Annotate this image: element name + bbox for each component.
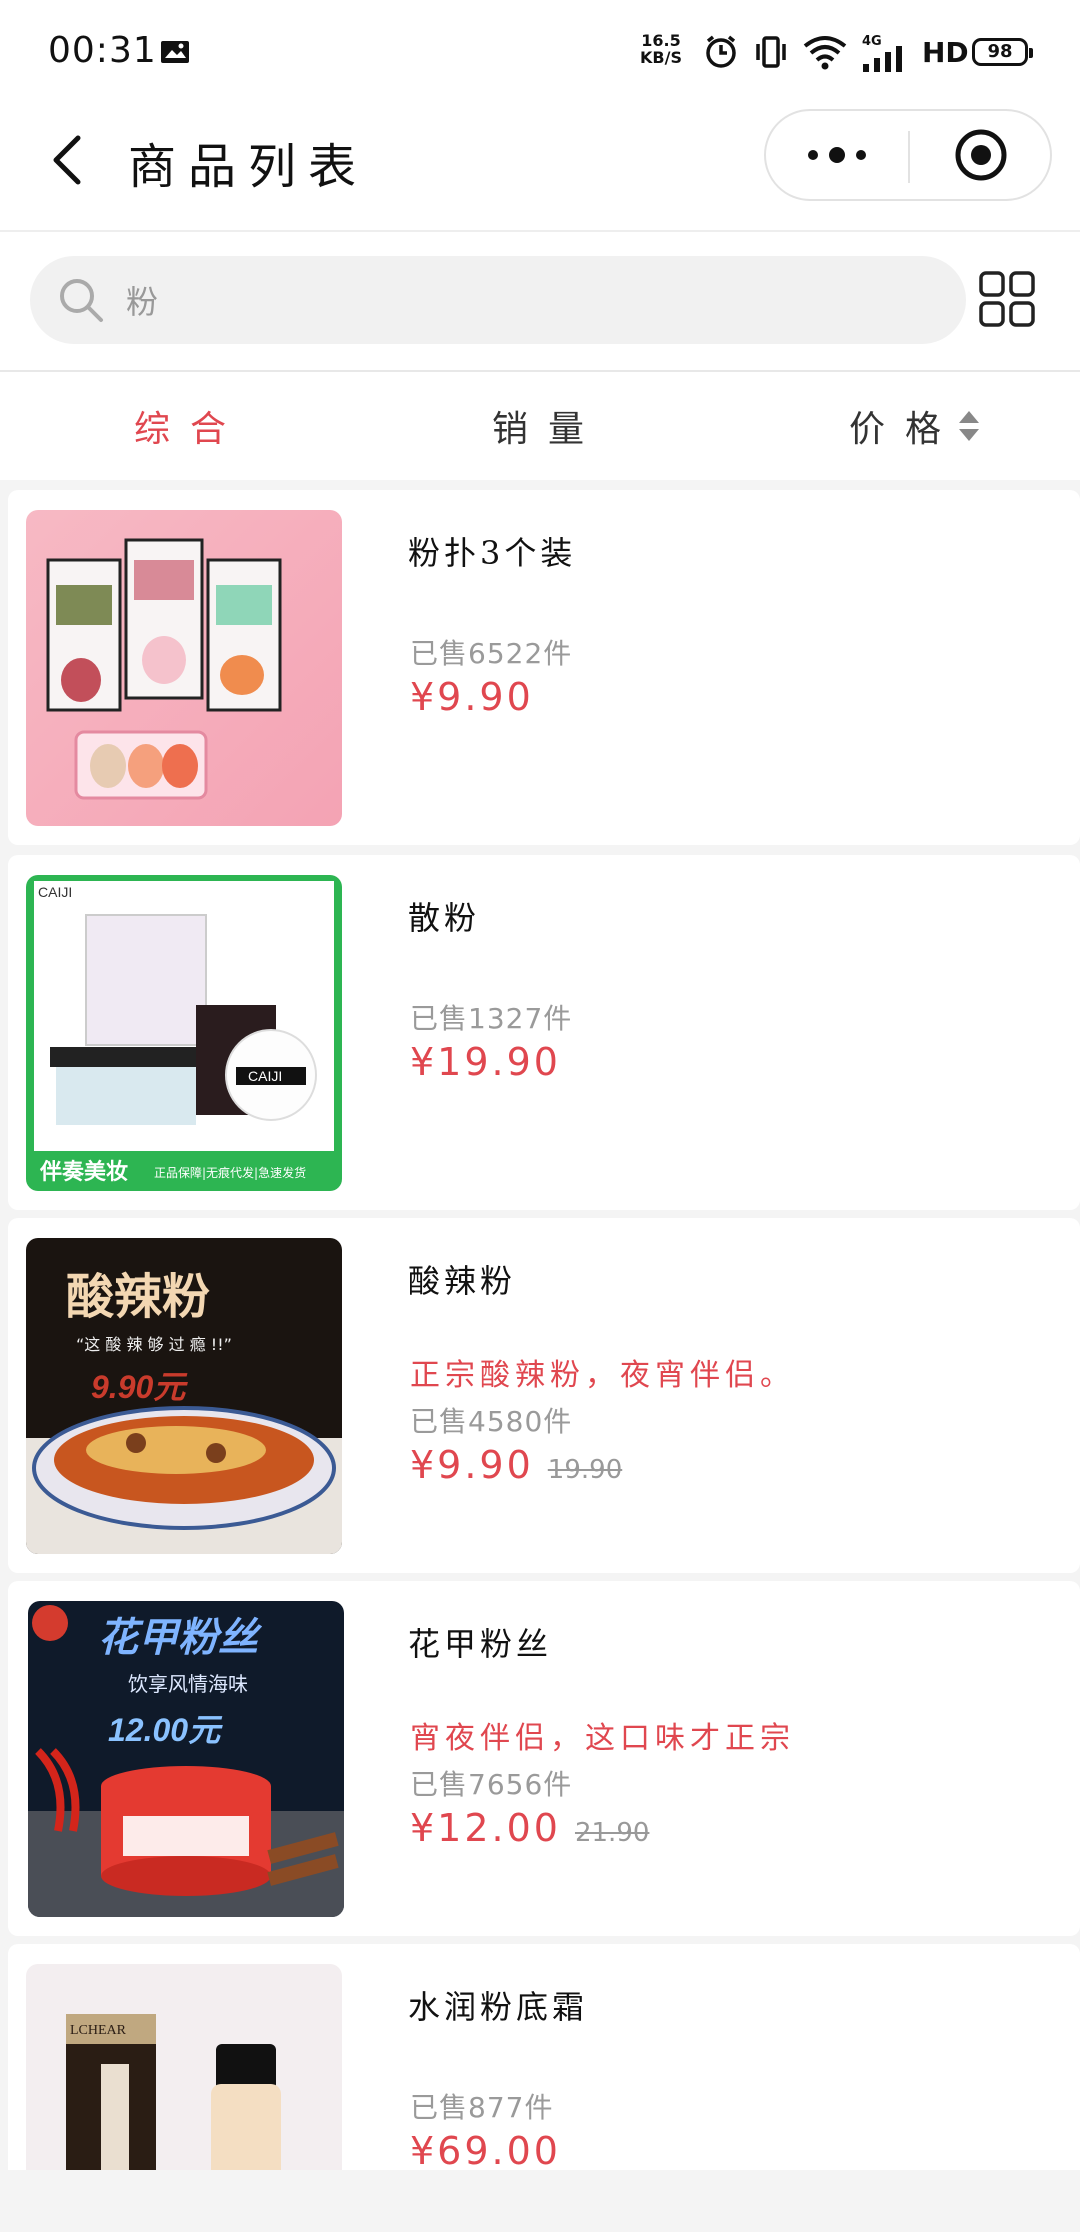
search-input[interactable]: 粉: [30, 256, 966, 344]
status-time: 00:31: [48, 30, 157, 71]
product-price-row: ¥9.90: [410, 675, 534, 719]
product-price: ¥9.90: [410, 1443, 534, 1487]
product-image: CAIJI CAIJI 伴奏美妆 正品保障|无痕代发|急速发货: [26, 875, 342, 1191]
mini-program-capsule: [764, 109, 1052, 201]
sort-tab-label: 综合: [133, 409, 246, 450]
product-name: 酸辣粉: [408, 1262, 517, 1300]
product-card[interactable]: LCHEAR 水润粉底霜 已售877件 ¥69.00: [8, 1944, 1080, 2170]
image-banner-text: 伴奏美妆: [39, 1159, 128, 1185]
image-tags-text: 正品保障|无痕代发|急速发货: [154, 1165, 306, 1180]
product-card[interactable]: CAIJI CAIJI 伴奏美妆 正品保障|无痕代发|急速发货 散粉 已售132…: [8, 855, 1080, 1210]
image-brand-text: CAIJI: [248, 1068, 282, 1084]
bottom-safe-area: [0, 2170, 1080, 2232]
vibrate-icon: [756, 36, 786, 68]
sort-tab-sales[interactable]: 销量: [478, 372, 618, 480]
wifi-icon: [803, 36, 847, 70]
product-image: [26, 510, 342, 826]
sort-arrows-icon: [959, 411, 979, 441]
image-title-text: 酸辣粉: [66, 1269, 210, 1325]
product-description: 宵夜伴侣，这口味才正宗: [410, 1721, 795, 1756]
product-description: 正宗酸辣粉，夜宵伴侣。: [410, 1358, 795, 1393]
image-brand-text: CAIJI: [38, 884, 72, 900]
more-button[interactable]: [766, 111, 908, 199]
nav-bar: 商品列表: [0, 105, 1080, 232]
chevron-left-icon: [53, 135, 81, 185]
product-sold-count: 已售877件: [410, 2091, 554, 2124]
sort-tab-label: 销量: [491, 409, 604, 450]
product-card[interactable]: 粉扑3个装 已售6522件 ¥9.90: [8, 490, 1080, 845]
image-brand-text: LCHEAR: [70, 2023, 127, 2038]
sort-tab-label: 价格: [848, 409, 961, 450]
back-button[interactable]: [40, 130, 100, 190]
alarm-icon: [706, 35, 736, 68]
product-sold-count: 已售6522件: [410, 637, 573, 670]
sort-tab-comprehensive[interactable]: 综合: [120, 372, 260, 480]
product-sold-count: 已售4580件: [410, 1405, 573, 1438]
product-price-row: ¥12.00 21.90: [410, 1806, 649, 1850]
product-original-price: 21.90: [574, 1818, 650, 1848]
sort-bar: 综合 销量 价格: [0, 372, 1080, 480]
product-name: 水润粉底霜: [408, 1988, 589, 2026]
product-name: 散粉: [408, 899, 481, 937]
product-image: LCHEAR: [26, 1964, 342, 2170]
net-speed: 16.5 KB/S: [640, 32, 682, 66]
hd-label: HD: [922, 36, 969, 69]
notification-icon: [161, 41, 189, 63]
target-icon: [955, 129, 1007, 181]
product-image: 酸辣粉 “这 酸 辣 够 过 瘾 !!” 9.90元: [26, 1238, 342, 1554]
net-speed-value: 16.5: [641, 31, 681, 50]
product-original-price: 19.90: [547, 1455, 623, 1485]
product-price-row: ¥69.00: [410, 2129, 561, 2170]
capsule-divider: [908, 131, 910, 183]
product-price: ¥19.90: [410, 1040, 561, 1084]
page-title: 商品列表: [128, 139, 369, 195]
image-price-text: 9.90元: [91, 1369, 188, 1405]
status-bar: 00:31 16.5 KB/S 4G HD 98: [0, 0, 1080, 105]
product-price: ¥69.00: [410, 2129, 561, 2170]
net-speed-unit: KB/S: [640, 48, 682, 67]
product-name: 粉扑3个装: [408, 534, 577, 572]
product-card[interactable]: 酸辣粉 “这 酸 辣 够 过 瘾 !!” 9.90元 酸辣粉 正宗酸辣粉，夜宵伴…: [8, 1218, 1080, 1573]
product-image: 花甲粉丝 饮享风情海味 12.00元: [28, 1601, 344, 1917]
image-slogan-text: 饮享风情海味: [128, 1672, 248, 1696]
product-sold-count: 已售7656件: [410, 1768, 573, 1801]
product-list: 粉扑3个装 已售6522件 ¥9.90 CAIJI CAIJI 伴奏美妆 正品保…: [0, 490, 1080, 2170]
product-price-row: ¥19.90: [410, 1040, 561, 1084]
product-price: ¥12.00: [410, 1806, 561, 1850]
battery-indicator: 98: [972, 38, 1033, 66]
product-card[interactable]: 花甲粉丝 饮享风情海味 12.00元 花甲粉丝 宵夜伴侣，这口味才正宗 已售76…: [8, 1581, 1080, 1936]
more-dots-icon: [808, 147, 866, 163]
close-miniprogram-button[interactable]: [912, 111, 1050, 199]
search-query: 粉: [126, 283, 159, 321]
image-price-text: 12.00元: [108, 1712, 223, 1748]
grid-view-icon[interactable]: [978, 270, 1036, 328]
image-title-text: 花甲粉丝: [98, 1614, 263, 1661]
product-name: 花甲粉丝: [408, 1625, 553, 1663]
search-bar: 粉: [0, 232, 1080, 372]
sort-tab-price[interactable]: 价格: [820, 372, 1010, 480]
product-price-row: ¥9.90 19.90: [410, 1443, 622, 1487]
product-sold-count: 已售1327件: [410, 1002, 573, 1035]
product-price: ¥9.90: [410, 675, 534, 719]
signal-icon: [863, 46, 902, 72]
search-icon: [60, 279, 103, 322]
image-slogan-text: “这 酸 辣 够 过 瘾 !!”: [76, 1335, 232, 1354]
